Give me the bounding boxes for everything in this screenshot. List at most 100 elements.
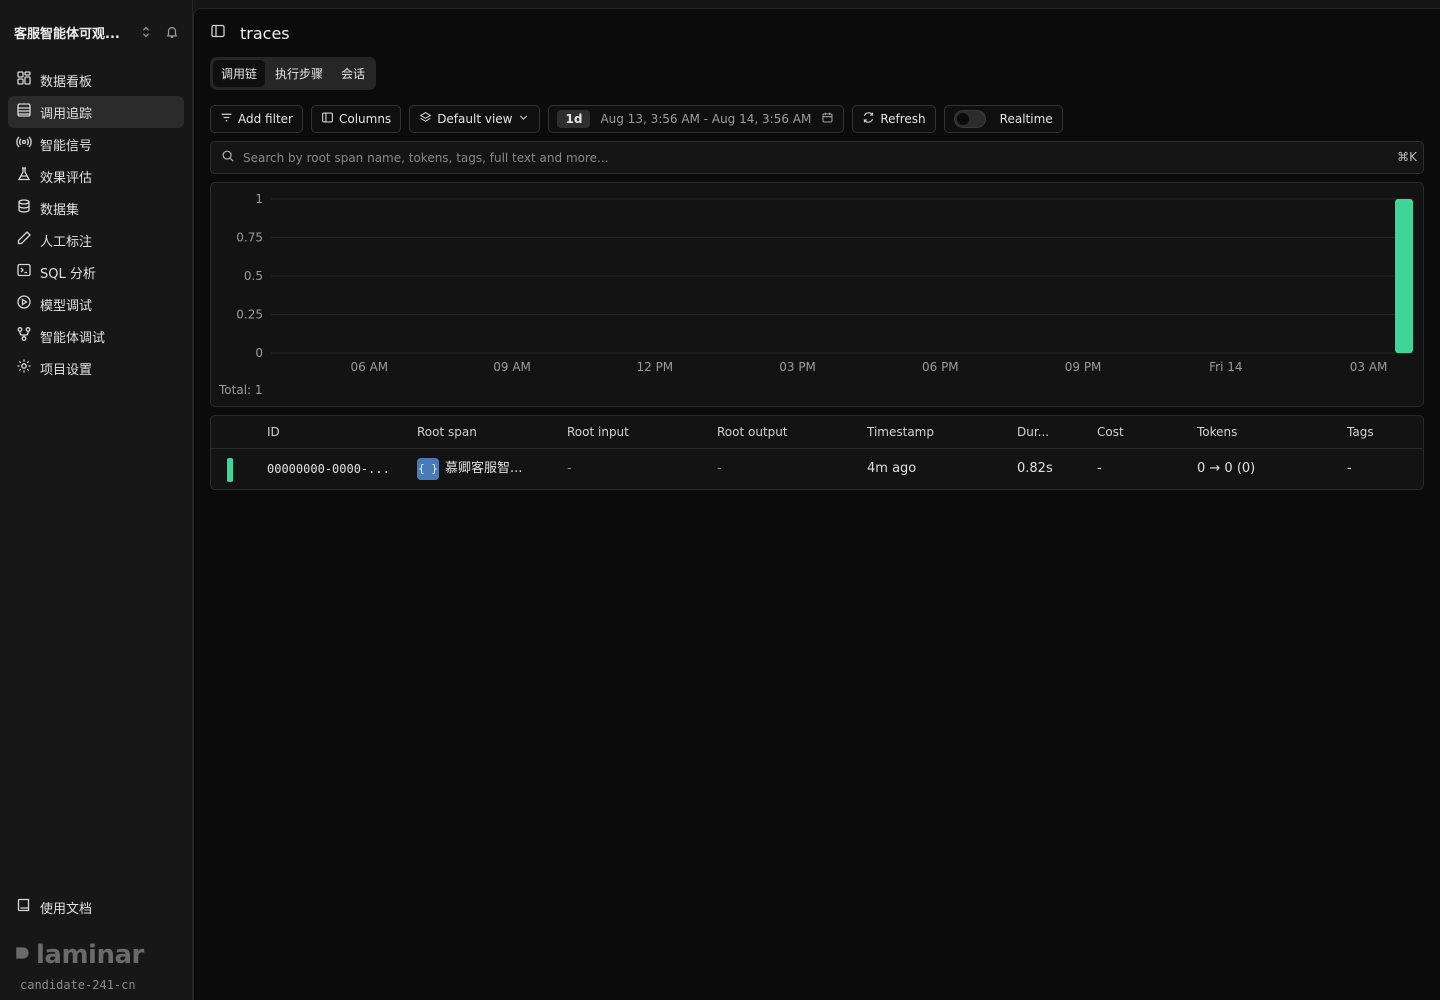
x-tick-label: 03 AM [1350,360,1388,374]
refresh-label: Refresh [880,112,926,126]
sidebar-item-labeling[interactable]: 人工标注 [8,224,184,256]
filter-icon [220,111,233,127]
brand-text: laminar [36,940,144,970]
col-cost[interactable]: Cost [1097,425,1124,439]
chart-total: Total: 1 [219,383,263,397]
y-tick-label: 1 [255,192,263,206]
cell-root-output: - [717,461,722,476]
page-header: traces [210,23,290,43]
sidebar-item-label: 人工标注 [40,234,93,250]
sidebar: 客服智能体可观... 数据看板 调用追踪 智能信号 效果评估 数据集 人工标注 … [0,0,193,1000]
sidebar-item-signals[interactable]: 智能信号 [8,128,184,160]
database-icon [16,198,32,218]
date-range-picker[interactable]: 1d Aug 13, 3:56 AM - Aug 14, 3:56 AM [548,105,845,133]
cell-cost: - [1097,461,1102,476]
search-icon [221,149,235,167]
sidebar-item-traces[interactable]: 调用追踪 [8,96,184,128]
sidebar-item-label: 效果评估 [40,170,93,186]
chart-bar [1395,199,1413,353]
cell-id: 00000000-0000-... [267,462,390,476]
x-tick-label: 09 PM [1065,360,1102,374]
cell-tags: - [1347,461,1352,476]
chevron-updown-icon[interactable] [138,24,154,40]
sidebar-item-label: 数据集 [40,202,80,218]
view-select[interactable]: Default view [409,105,541,133]
sidebar-item-agent-debug[interactable]: 智能体调试 [8,320,184,352]
table-list-icon [16,102,32,122]
chevron-down-icon [517,111,530,127]
realtime-label: Realtime [999,112,1053,126]
realtime-toggle[interactable] [953,110,986,128]
traces-table: ID Root span Root input Root output Time… [210,415,1424,490]
bell-icon[interactable] [164,24,180,40]
x-tick-label: 12 PM [636,360,673,374]
tab-spans[interactable]: 执行步骤 [267,60,331,87]
range-pill[interactable]: 1d [557,110,591,128]
brand-logo: laminar [14,940,144,970]
sidebar-item-settings[interactable]: 项目设置 [8,352,184,384]
traces-chart: 1 0.75 0.5 0.25 0 06 AM 09 AM 12 PM 03 PM 06 PM 09… [210,182,1424,407]
search-input[interactable] [243,150,1363,165]
add-filter-button[interactable]: Add filter [210,105,303,133]
columns-button[interactable]: Columns [310,105,402,133]
x-tick-label: 09 AM [493,360,531,374]
calendar-icon [821,111,834,127]
refresh-icon [862,111,875,127]
sidebar-docs: 使用文档 [8,891,184,923]
candidate-label: candidate-241-cn [20,978,136,992]
graph-nodes-icon [16,326,32,346]
y-tick-label: 0.75 [236,231,263,245]
x-tick-label: Fri 14 [1209,360,1242,374]
flask-icon [16,166,32,186]
sidebar-item-label: 模型调试 [40,298,93,314]
refresh-button[interactable]: Refresh [852,105,936,133]
sidebar-item-label: 项目设置 [40,362,93,378]
cell-tokens: 0 → 0 (0) [1197,461,1256,476]
col-root-output[interactable]: Root output [717,425,788,439]
col-duration[interactable]: Dur... [1017,425,1049,439]
x-tick-label: 03 PM [779,360,816,374]
y-tick-label: 0.5 [244,269,263,283]
sidebar-item-playground[interactable]: 模型调试 [8,288,184,320]
sidebar-item-label: 智能信号 [40,138,93,154]
root-span-text: 慕卿客服智... [445,461,523,476]
realtime-toggle-group[interactable]: Realtime [943,105,1063,133]
cell-timestamp: 4m ago [867,461,917,476]
sidebar-item-datasets[interactable]: 数据集 [8,192,184,224]
y-tick-label: 0 [255,346,263,360]
cell-root-input: - [567,461,572,476]
table-header: ID Root span Root input Root output Time… [211,416,1423,449]
sidebar-item-label: 数据看板 [40,74,93,90]
columns-icon [321,111,334,127]
sidebar-item-label: 使用文档 [40,901,93,917]
table-row[interactable]: 00000000-0000-... { } 慕卿客服智... - - 4m ago… [211,449,1423,489]
play-circle-icon [16,294,32,314]
project-switcher[interactable]: 客服智能体可观... [14,22,184,42]
sidebar-item-sql[interactable]: SQL 分析 [8,256,184,288]
sidebar-item-dashboard[interactable]: 数据看板 [8,64,184,96]
tab-traces[interactable]: 调用链 [213,60,266,87]
project-name: 客服智能体可观... [14,26,120,42]
sidebar-item-label: SQL 分析 [40,266,96,282]
sidebar-item-label: 智能体调试 [40,330,106,346]
tab-sessions[interactable]: 会话 [333,60,373,87]
sidebar-item-evaluations[interactable]: 效果评估 [8,160,184,192]
radio-signal-icon [16,134,32,154]
view-label: Default view [437,112,513,126]
y-tick-label: 0.25 [236,308,263,322]
col-root-input[interactable]: Root input [567,425,629,439]
chart-svg: 1 0.75 0.5 0.25 0 06 AM 09 AM 12 PM 03 PM 06 PM 09… [236,192,1413,374]
sidebar-toggle-icon[interactable] [210,23,226,43]
view-tabs: 调用链 执行步骤 会话 [210,57,377,90]
col-tags[interactable]: Tags [1347,425,1374,439]
x-tick-label: 06 AM [351,360,389,374]
search-bar: ⌘K [210,141,1424,174]
cell-duration: 0.82s [1017,461,1053,476]
sidebar-nav: 数据看板 调用追踪 智能信号 效果评估 数据集 人工标注 SQL 分析 模型调试… [8,64,184,384]
col-tokens[interactable]: Tokens [1197,425,1237,439]
col-timestamp[interactable]: Timestamp [867,425,934,439]
braces-icon: { } [417,457,439,480]
col-root-span[interactable]: Root span [417,425,477,439]
col-id[interactable]: ID [267,425,280,439]
sidebar-item-docs[interactable]: 使用文档 [8,891,184,923]
